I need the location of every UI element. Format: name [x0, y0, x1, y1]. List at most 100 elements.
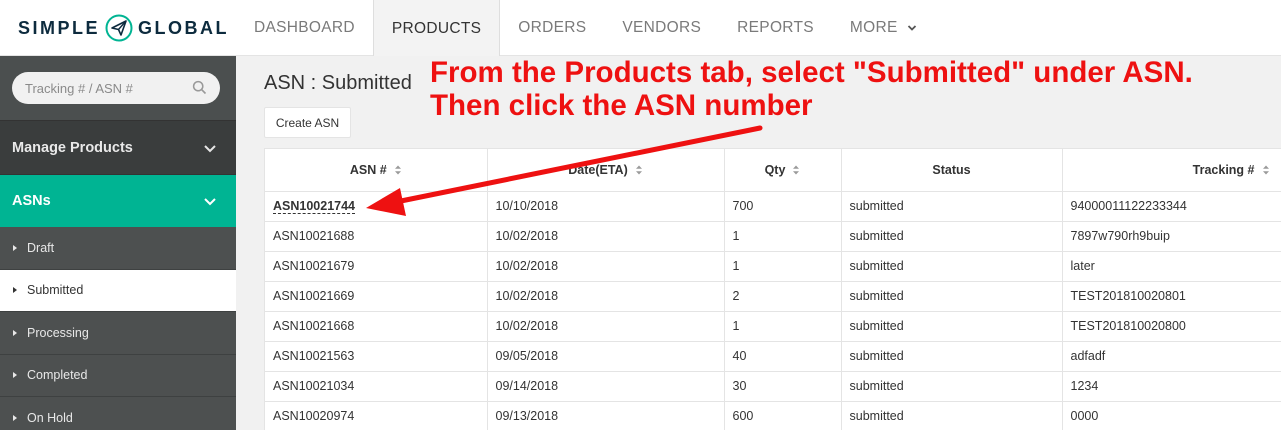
table-row: ASN10021688 10/02/2018 1 submitted 7897w…	[265, 221, 1281, 252]
qty-cell: 2	[724, 281, 842, 312]
caret-right-icon	[13, 329, 17, 336]
table-row: ASN10021744 10/10/2018 700 submitted 940…	[265, 191, 1281, 222]
table-row: ASN10020974 09/13/2018 600 submitted 000…	[265, 401, 1281, 430]
chevron-down-icon	[204, 144, 216, 152]
sidebar-item-completed[interactable]: Completed	[0, 354, 236, 397]
chevron-down-icon	[204, 198, 216, 206]
tab-label: ORDERS	[518, 19, 587, 36]
asn-number-link[interactable]: ASN10021679	[273, 259, 354, 273]
tracking-cell: 94000011122233344	[1062, 191, 1281, 222]
tab-more[interactable]: MORE	[832, 0, 936, 56]
tab-vendors[interactable]: VENDORS	[604, 0, 719, 56]
caret-right-icon	[13, 414, 17, 421]
sidebar-item-label: Completed	[27, 368, 88, 383]
asn-number-cell[interactable]: ASN10021034	[265, 371, 488, 402]
asn-number-link[interactable]: ASN10021744	[273, 199, 356, 214]
date-cell: 10/02/2018	[487, 281, 725, 312]
date-cell: 09/14/2018	[487, 371, 725, 402]
caret-right-icon	[13, 244, 17, 251]
sidebar-section-manage-products[interactable]: Manage Products	[0, 120, 236, 174]
status-cell: submitted	[841, 401, 1063, 430]
search-icon[interactable]	[192, 80, 207, 95]
asn-number-link[interactable]: ASN10020974	[273, 409, 354, 423]
create-asn-button[interactable]: Create ASN	[264, 107, 351, 138]
sidebar-item-on-hold[interactable]: On Hold	[0, 397, 236, 430]
tracking-cell: adfadf	[1062, 341, 1281, 372]
asn-number-link[interactable]: ASN10021668	[273, 319, 354, 333]
date-cell: 09/05/2018	[487, 341, 725, 372]
sort-icon	[394, 165, 401, 175]
tab-orders[interactable]: ORDERS	[500, 0, 604, 56]
table-row: ASN10021679 10/02/2018 1 submitted later	[265, 251, 1281, 282]
qty-cell: 40	[724, 341, 842, 372]
date-cell: 09/13/2018	[487, 401, 725, 430]
sidebar-item-submitted[interactable]: Submitted	[0, 269, 236, 312]
sort-icon	[793, 165, 800, 175]
column-header-label: Status	[932, 162, 971, 177]
qty-cell: 1	[724, 311, 842, 342]
tab-label: MORE	[849, 19, 898, 36]
brand-logo[interactable]: SIMPLE GLOBAL	[18, 12, 229, 44]
logo-word-left: SIMPLE	[18, 17, 101, 38]
asn-number-cell[interactable]: ASN10021668	[265, 311, 488, 342]
table-header-row: ASN # Date(ETA) Qty Status Tracking #	[265, 149, 1281, 192]
sort-icon	[1262, 165, 1269, 175]
qty-cell: 1	[724, 221, 842, 252]
sidebar-item-label: Draft	[27, 240, 55, 255]
asn-number-cell[interactable]: ASN10021669	[265, 281, 488, 312]
asn-number-link[interactable]: ASN10021034	[273, 379, 354, 393]
caret-right-icon	[13, 372, 17, 379]
sidebar-section-label: ASNs	[12, 193, 51, 209]
asn-number-link[interactable]: ASN10021669	[273, 289, 354, 303]
tab-products[interactable]: PRODUCTS	[372, 0, 501, 57]
sidebar-item-processing[interactable]: Processing	[0, 312, 236, 355]
table-row: ASN10021034 09/14/2018 30 submitted 1234	[265, 371, 1281, 402]
asn-number-cell[interactable]: ASN10021679	[265, 251, 488, 282]
sidebar: Manage Products ASNs Draft Submitted Pro…	[0, 56, 236, 430]
column-header-status[interactable]: Status	[841, 149, 1063, 192]
date-cell: 10/10/2018	[487, 191, 725, 222]
tutorial-annotation: From the Products tab, select "Submitted…	[430, 56, 1193, 122]
column-header-tracking[interactable]: Tracking #	[1062, 149, 1281, 192]
column-header-label: Qty	[764, 162, 786, 177]
asn-number-cell[interactable]: ASN10021688	[265, 221, 488, 252]
asn-number-cell[interactable]: ASN10021744	[265, 191, 488, 222]
tab-label: VENDORS	[622, 19, 702, 36]
sidebar-item-draft[interactable]: Draft	[0, 227, 236, 270]
column-header-asn[interactable]: ASN #	[265, 149, 488, 192]
date-cell: 10/02/2018	[487, 221, 725, 252]
sidebar-item-label: On Hold	[27, 410, 73, 425]
tab-reports[interactable]: REPORTS	[719, 0, 832, 56]
sidebar-item-label: Submitted	[27, 283, 84, 298]
column-header-label: ASN #	[349, 162, 387, 177]
search-box	[12, 72, 220, 104]
date-cell: 10/02/2018	[487, 251, 725, 282]
asn-table-container: ASN # Date(ETA) Qty Status Tracking # AS…	[264, 148, 1281, 430]
asn-table: ASN # Date(ETA) Qty Status Tracking # AS…	[265, 149, 1281, 430]
sidebar-section-asns[interactable]: ASNs	[0, 174, 236, 227]
status-cell: submitted	[841, 371, 1063, 402]
status-cell: submitted	[841, 281, 1063, 312]
sort-icon	[635, 165, 642, 175]
logo-word-right: GLOBAL	[138, 17, 230, 38]
asn-number-link[interactable]: ASN10021563	[273, 349, 354, 363]
tab-dashboard[interactable]: DASHBOARD	[236, 0, 373, 56]
tracking-cell: 1234	[1062, 371, 1281, 402]
column-header-date-eta[interactable]: Date(ETA)	[487, 149, 725, 192]
search-input[interactable]	[12, 72, 220, 104]
paper-plane-icon	[105, 14, 133, 42]
column-header-label: Tracking #	[1192, 162, 1255, 177]
page-title: ASN : Submitted	[264, 72, 412, 94]
tab-label: REPORTS	[737, 19, 814, 36]
main-content: ASN : Submitted Create ASN ASN # Date(ET…	[236, 56, 1281, 430]
top-bar: SIMPLE GLOBAL DASHBOARD PRODUCTS ORDERS …	[0, 0, 1281, 57]
asn-number-link[interactable]: ASN10021688	[273, 229, 354, 243]
status-cell: submitted	[841, 311, 1063, 342]
chevron-down-icon	[907, 25, 916, 31]
status-cell: submitted	[841, 221, 1063, 252]
sidebar-item-label: Processing	[27, 325, 89, 340]
qty-cell: 1	[724, 251, 842, 282]
asn-number-cell[interactable]: ASN10020974	[265, 401, 488, 430]
column-header-qty[interactable]: Qty	[724, 149, 842, 192]
asn-number-cell[interactable]: ASN10021563	[265, 341, 488, 372]
